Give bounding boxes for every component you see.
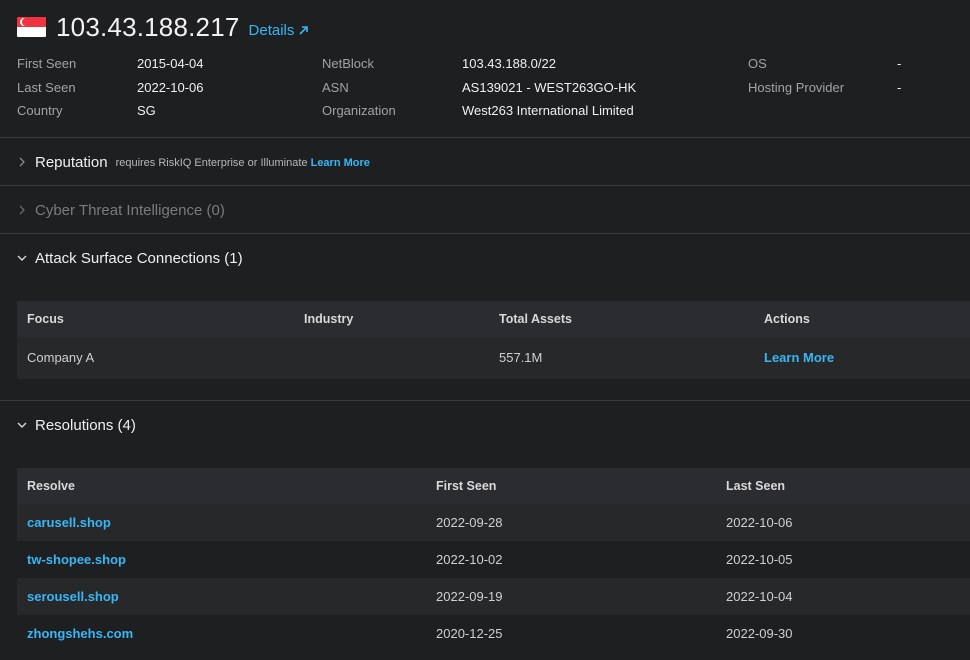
column-header-last-seen[interactable]: Last Seen <box>726 468 785 504</box>
last-seen-cell: 2022-10-05 <box>726 552 793 567</box>
table-row: zhongshehs.com 2020-12-25 2022-09-30 <box>17 615 970 652</box>
reputation-title: Reputation <box>35 153 108 171</box>
page-header: 103.43.188.217 Details <box>17 10 309 44</box>
divider <box>0 137 970 138</box>
resolve-link[interactable]: tw-shopee.shop <box>27 541 126 578</box>
resolutions-table: Resolve First Seen Last Seen carusell.sh… <box>17 468 970 652</box>
reputation-section-header[interactable]: Reputation requires RiskIQ Enterprise or… <box>17 152 370 172</box>
divider <box>0 185 970 186</box>
resolutions-title: Resolutions (4) <box>35 416 136 434</box>
os-value: - <box>897 56 902 71</box>
details-label: Details <box>248 21 295 39</box>
last-seen-cell: 2022-09-30 <box>726 626 793 641</box>
chevron-down-icon <box>17 253 27 263</box>
chevron-right-icon <box>17 157 27 167</box>
column-header-actions[interactable]: Actions <box>764 301 810 337</box>
table-row: carusell.shop 2022-09-28 2022-10-06 <box>17 504 970 541</box>
ip-info-grid: First Seen 2015-04-04 Last Seen 2022-10-… <box>17 55 970 125</box>
hosting-provider-label: Hosting Provider <box>748 80 845 95</box>
first-seen-cell: 2020-12-25 <box>436 626 503 641</box>
attack-surface-title: Attack Surface Connections (1) <box>35 249 243 267</box>
reputation-requirement: requires RiskIQ Enterprise or Illuminate… <box>116 157 370 169</box>
column-header-resolve[interactable]: Resolve <box>27 468 75 504</box>
last-seen-cell: 2022-10-06 <box>726 515 793 530</box>
ip-address-title: 103.43.188.217 <box>56 11 240 42</box>
table-header-row: Resolve First Seen Last Seen <box>17 468 970 504</box>
cti-title: Cyber Threat Intelligence (0) <box>35 201 225 219</box>
resolutions-section-header[interactable]: Resolutions (4) <box>17 415 136 435</box>
total-assets-cell: 557.1M <box>499 350 543 365</box>
reputation-learn-more-link[interactable]: Learn More <box>311 157 370 169</box>
column-header-industry[interactable]: Industry <box>304 301 353 337</box>
first-seen-cell: 2022-09-19 <box>436 589 503 604</box>
divider <box>0 400 970 401</box>
column-header-total-assets[interactable]: Total Assets <box>499 301 572 337</box>
asn-value: AS139021 - WEST263GO-HK <box>462 80 637 95</box>
table-row: serousell.shop 2022-09-19 2022-10-04 <box>17 578 970 615</box>
hosting-provider-value: - <box>897 80 902 95</box>
external-arrow-icon <box>299 25 309 35</box>
resolve-link[interactable]: carusell.shop <box>27 504 111 541</box>
first-seen-cell: 2022-10-02 <box>436 552 503 567</box>
resolve-link[interactable]: zhongshehs.com <box>27 615 133 652</box>
netblock-value: 103.43.188.0/22 <box>462 56 556 71</box>
attack-surface-section-header[interactable]: Attack Surface Connections (1) <box>17 248 243 268</box>
first-seen-value: 2015-04-04 <box>137 56 204 71</box>
os-label: OS <box>748 56 767 71</box>
singapore-flag-icon <box>17 17 46 37</box>
first-seen-label: First Seen <box>17 56 77 71</box>
divider <box>0 233 970 234</box>
table-row: tw-shopee.shop 2022-10-02 2022-10-05 <box>17 541 970 578</box>
chevron-right-icon <box>17 205 27 215</box>
requirement-text: requires RiskIQ Enterprise or Illuminate <box>115 157 308 169</box>
organization-value: West263 International Limited <box>462 103 634 118</box>
last-seen-value: 2022-10-06 <box>137 80 204 95</box>
focus-cell: Company A <box>27 350 95 365</box>
learn-more-link[interactable]: Learn More <box>764 337 834 379</box>
country-label: Country <box>17 103 63 118</box>
chevron-down-icon <box>17 420 27 430</box>
table-row: Company A 557.1M Learn More <box>17 337 970 379</box>
first-seen-cell: 2022-09-28 <box>436 515 503 530</box>
last-seen-cell: 2022-10-04 <box>726 589 793 604</box>
asn-label: ASN <box>322 80 349 95</box>
cti-section-header[interactable]: Cyber Threat Intelligence (0) <box>17 200 225 220</box>
details-link[interactable]: Details <box>249 22 310 39</box>
country-value: SG <box>137 103 156 118</box>
column-header-first-seen[interactable]: First Seen <box>436 468 496 504</box>
netblock-label: NetBlock <box>322 56 375 71</box>
organization-label: Organization <box>322 103 396 118</box>
resolve-link[interactable]: serousell.shop <box>27 578 119 615</box>
table-header-row: Focus Industry Total Assets Actions <box>17 301 970 337</box>
attack-surface-table: Focus Industry Total Assets Actions Comp… <box>17 301 970 379</box>
last-seen-label: Last Seen <box>17 80 76 95</box>
column-header-focus[interactable]: Focus <box>27 301 64 337</box>
